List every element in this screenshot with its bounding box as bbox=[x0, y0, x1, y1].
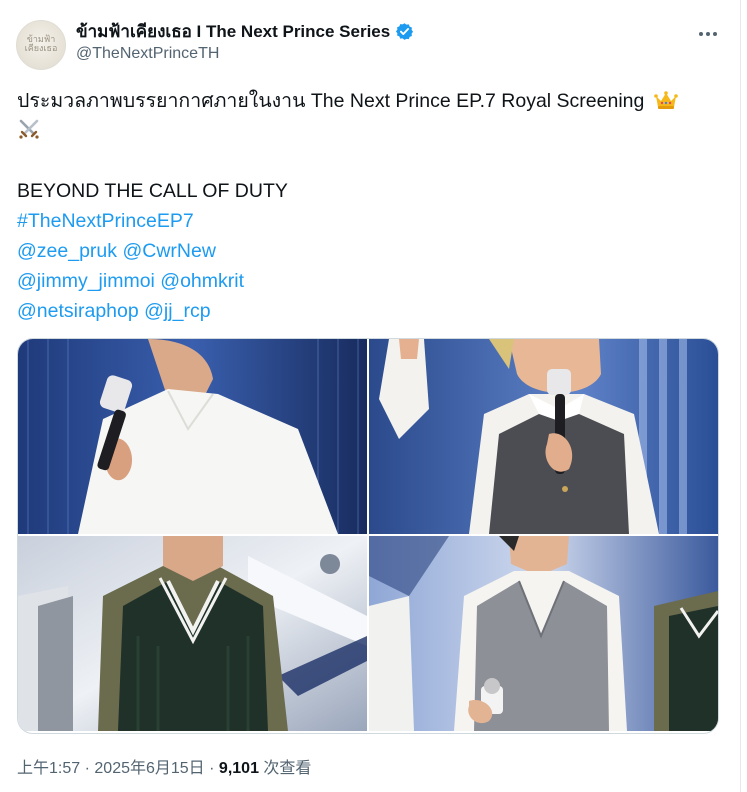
text-line bbox=[17, 116, 717, 146]
photo-2[interactable] bbox=[369, 339, 718, 534]
photo-1-image bbox=[18, 339, 367, 534]
mention-row: @netsiraphop @jj_rcp bbox=[17, 296, 717, 326]
mention-link[interactable]: @zee_pruk bbox=[17, 240, 117, 262]
verified-badge-icon bbox=[396, 23, 414, 40]
more-options-icon[interactable] bbox=[696, 24, 720, 44]
mention-link[interactable]: @netsiraphop bbox=[17, 300, 139, 322]
photo-2-image bbox=[369, 339, 718, 534]
crown-icon bbox=[653, 91, 678, 109]
mention-link[interactable]: @CwrNew bbox=[122, 240, 215, 262]
post-date[interactable]: 2025年6月15日 bbox=[94, 760, 204, 777]
separator-dot: · bbox=[209, 760, 215, 777]
text-line: ประมวลภาพบรรยากาศภายในงาน The Next Princ… bbox=[17, 86, 717, 116]
tweet-text: ประมวลภาพบรรยากาศภายในงาน The Next Princ… bbox=[17, 86, 717, 326]
mention-link[interactable]: @jj_rcp bbox=[144, 300, 210, 322]
separator-dot: · bbox=[84, 760, 90, 777]
crossed-swords-icon bbox=[19, 119, 39, 139]
tweet-header: ข้ามฟ้า เคียงเธอ ข้ามฟ้าเคียงเธอ I The N… bbox=[16, 14, 724, 70]
avatar-logo-text: ข้ามฟ้า เคียงเธอ bbox=[24, 35, 58, 54]
photo-1[interactable] bbox=[18, 339, 367, 534]
photo-3-image bbox=[18, 536, 367, 731]
tagline: BEYOND THE CALL OF DUTY bbox=[17, 180, 288, 202]
tweet-card: ข้ามฟ้า เคียงเธอ ข้ามฟ้าเคียงเธอ I The N… bbox=[0, 0, 741, 792]
author-handle[interactable]: @TheNextPrinceTH bbox=[76, 45, 219, 63]
mention-row: @zee_pruk @CwrNew bbox=[17, 236, 717, 266]
text-line-1: ประมวลภาพบรรยากาศภายในงาน The Next Princ… bbox=[17, 90, 645, 112]
photo-4-image bbox=[369, 536, 718, 731]
hashtag-link[interactable]: #TheNextPrinceEP7 bbox=[17, 206, 717, 236]
author-display-name[interactable]: ข้ามฟ้าเคียงเธอ I The Next Prince Series bbox=[76, 18, 390, 45]
mention-link[interactable]: @ohmkrit bbox=[160, 270, 244, 292]
photo-3[interactable] bbox=[18, 536, 367, 731]
tweet-meta: 上午1:57 · 2025年6月15日 · 9,101 次查看 bbox=[17, 754, 311, 778]
media-grid bbox=[17, 338, 719, 734]
author-name-row: ข้ามฟ้าเคียงเธอ I The Next Prince Series bbox=[76, 18, 414, 45]
post-time[interactable]: 上午1:57 bbox=[17, 760, 80, 777]
views-label: 次查看 bbox=[263, 760, 312, 777]
photo-4[interactable] bbox=[369, 536, 718, 731]
avatar[interactable]: ข้ามฟ้า เคียงเธอ bbox=[16, 20, 66, 70]
mention-row: @jimmy_jimmoi @ohmkrit bbox=[17, 266, 717, 296]
mention-link[interactable]: @jimmy_jimmoi bbox=[17, 270, 155, 292]
views-count: 9,101 bbox=[218, 760, 259, 777]
